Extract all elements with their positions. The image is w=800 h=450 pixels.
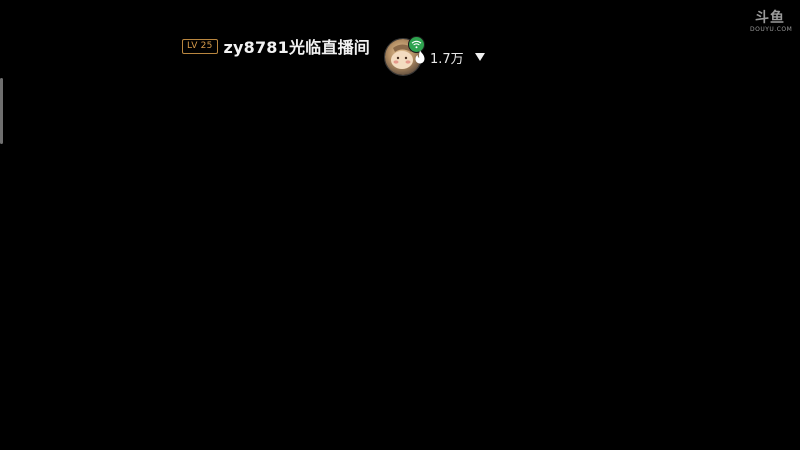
video-stage: LV 25 zy8781光临直播间 1.7万 斗鱼 DOUYU.COM	[0, 0, 800, 450]
watermark-domain: DOUYU.COM	[750, 26, 793, 33]
watermark-logo: 斗鱼 DOUYU.COM	[750, 10, 793, 34]
heat-indicator: 1.7万	[414, 46, 464, 68]
watermark-logo-text: 斗鱼	[755, 10, 785, 26]
flame-icon	[415, 50, 425, 64]
room-header: LV 25 zy8781光临直播间	[182, 34, 370, 58]
scroll-indicator[interactable]	[0, 78, 3, 144]
room-title: zy8781光临直播间	[223, 38, 370, 57]
level-badge: LV 25	[182, 38, 218, 54]
chevron-down-icon[interactable]	[474, 52, 486, 62]
heat-count: 1.7万	[430, 51, 464, 67]
